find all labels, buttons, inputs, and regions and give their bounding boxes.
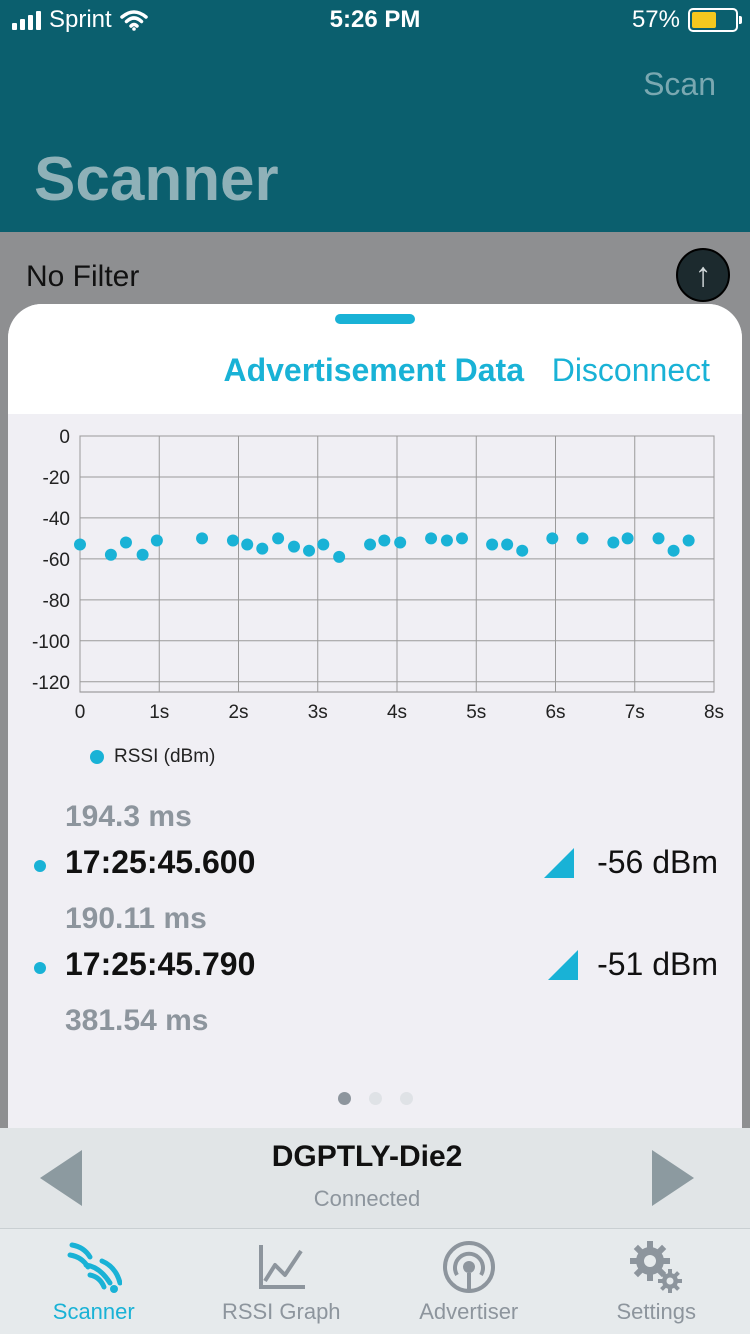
rssi-data-point [667, 544, 680, 557]
rssi-data-point [272, 532, 285, 545]
tab-rssi-graph[interactable]: RSSI Graph [188, 1229, 376, 1334]
tab-label: Scanner [52, 1299, 135, 1324]
rssi-data-point [317, 538, 330, 551]
x-tick-label: 7s [625, 702, 645, 723]
rssi-data-point [425, 532, 438, 545]
rssi-data-point [486, 538, 499, 551]
rssi-data-point [226, 534, 239, 547]
packet-row[interactable]: 17:25:45.600 -56 dBm [8, 844, 742, 888]
page-dot[interactable] [368, 1092, 382, 1105]
broadcast-icon [442, 1241, 495, 1293]
battery-percent: 57% [631, 6, 680, 33]
y-tick-label: -20 [43, 468, 70, 489]
rssi-data-point [136, 548, 149, 561]
tab-label: Advertiser [419, 1299, 519, 1324]
rssi-data-point [394, 536, 407, 549]
rssi-data-point [621, 532, 634, 545]
rssi-data-point [516, 544, 529, 557]
page-dot[interactable] [337, 1092, 351, 1105]
disconnect-button[interactable]: Disconnect [552, 352, 710, 389]
packet-rssi: -56 dBm [597, 844, 718, 880]
x-tick-label: 1s [149, 702, 169, 723]
rssi-data-point [303, 544, 316, 557]
tab-scanner[interactable]: Scanner [0, 1229, 188, 1334]
tab-settings[interactable]: Settings [563, 1229, 750, 1334]
signal-strength-icon [548, 950, 578, 980]
tab-bar: Scanner RSSI Graph Advertiser Settings [0, 1228, 750, 1334]
page-title: Scanner [34, 145, 279, 214]
tab-label: RSSI Graph [221, 1299, 341, 1324]
scan-button[interactable]: Scan [643, 66, 716, 103]
rssi-data-point [682, 534, 695, 547]
line-graph-icon [259, 1245, 306, 1289]
legend-marker [90, 750, 104, 764]
rssi-data-point [378, 534, 391, 547]
rssi-scatter-chart: 0 1s 2s 3s 4s 5s 6s 7s 8s 0 -20 -40 -60 -80 -100 -120 [32, 427, 724, 723]
signal-strength-icon [544, 848, 574, 878]
y-tick-label: 0 [59, 427, 70, 448]
x-tick-label: 0 [75, 702, 86, 723]
rssi-data-point [150, 534, 163, 547]
legend-label: RSSI (dBm) [114, 746, 216, 767]
x-tick-label: 6s [545, 702, 565, 723]
rssi-data-point [440, 534, 453, 547]
packet-timestamp: 17:25:45.790 [65, 946, 256, 982]
rssi-data-point [455, 532, 468, 545]
rssi-data-point [241, 538, 254, 551]
scanner-wave-icon [67, 1242, 122, 1293]
x-tick-label: 3s [308, 702, 328, 723]
rssi-data-point [196, 532, 209, 545]
x-tick-label: 8s [704, 702, 724, 723]
packet-interval: 190.11 ms [65, 902, 207, 935]
rssi-data-point [256, 542, 269, 555]
sort-arrow-up-icon[interactable]: ↑ [676, 248, 730, 302]
rssi-data-point [576, 532, 589, 545]
nav-header: Scan Scanner [0, 40, 750, 232]
connection-status: Connected [313, 1186, 421, 1211]
y-tick-label: -40 [43, 509, 70, 530]
x-tick-label: 4s [387, 702, 407, 723]
gear-icon [630, 1241, 683, 1293]
rssi-data-point [501, 538, 514, 551]
rssi-data-point [74, 538, 86, 551]
y-tick-label: -80 [43, 591, 70, 612]
device-detail-sheet: Advertisement Data Disconnect 0 1s 2s 3s 4s 5… [8, 304, 742, 1134]
device-name: DGPTLY-Die2 [271, 1140, 463, 1173]
status-bar: Sprint 5:26 PM 57% [0, 0, 750, 40]
sheet-grabber-handle[interactable] [335, 314, 415, 324]
status-right: 57% [631, 6, 742, 34]
x-tick-label: 2s [228, 702, 248, 723]
y-tick-label: -60 [43, 550, 70, 571]
battery-icon [688, 8, 742, 32]
page-indicator[interactable] [8, 1092, 742, 1105]
x-tick-label: 5s [466, 702, 486, 723]
rssi-data-point [119, 536, 132, 549]
rssi-data-point [546, 532, 559, 545]
sheet-header: Advertisement Data Disconnect [8, 304, 742, 414]
y-tick-label: -100 [32, 632, 70, 653]
rssi-data-point [652, 532, 665, 545]
packet-interval: 194.3 ms [65, 800, 192, 833]
packet-row[interactable]: 17:25:45.790 -51 dBm [8, 946, 742, 990]
next-device-arrow-icon[interactable] [652, 1150, 694, 1206]
rssi-data-point [607, 536, 620, 549]
packet-rssi: -51 dBm [597, 946, 718, 982]
packet-timestamp: 17:25:45.600 [65, 844, 256, 880]
device-switcher-bar: DGPTLY-Die2 Connected [0, 1128, 750, 1228]
y-tick-label: -120 [32, 673, 70, 694]
packet-interval: 381.54 ms [65, 1004, 209, 1037]
battery-fill [692, 12, 716, 28]
filter-label[interactable]: No Filter [26, 260, 139, 294]
chart-legend: RSSI (dBm) [90, 746, 215, 768]
tab-advertiser[interactable]: Advertiser [375, 1229, 563, 1334]
rssi-data-point [287, 540, 300, 553]
packet-bullet [34, 962, 46, 974]
packet-bullet [34, 860, 46, 872]
rssi-data-point [104, 548, 117, 561]
tab-label: Settings [616, 1299, 697, 1324]
rssi-data-point [333, 550, 346, 563]
page-dot[interactable] [399, 1092, 413, 1105]
tab-advertisement-data[interactable]: Advertisement Data [223, 352, 524, 389]
rssi-data-point [364, 538, 377, 551]
